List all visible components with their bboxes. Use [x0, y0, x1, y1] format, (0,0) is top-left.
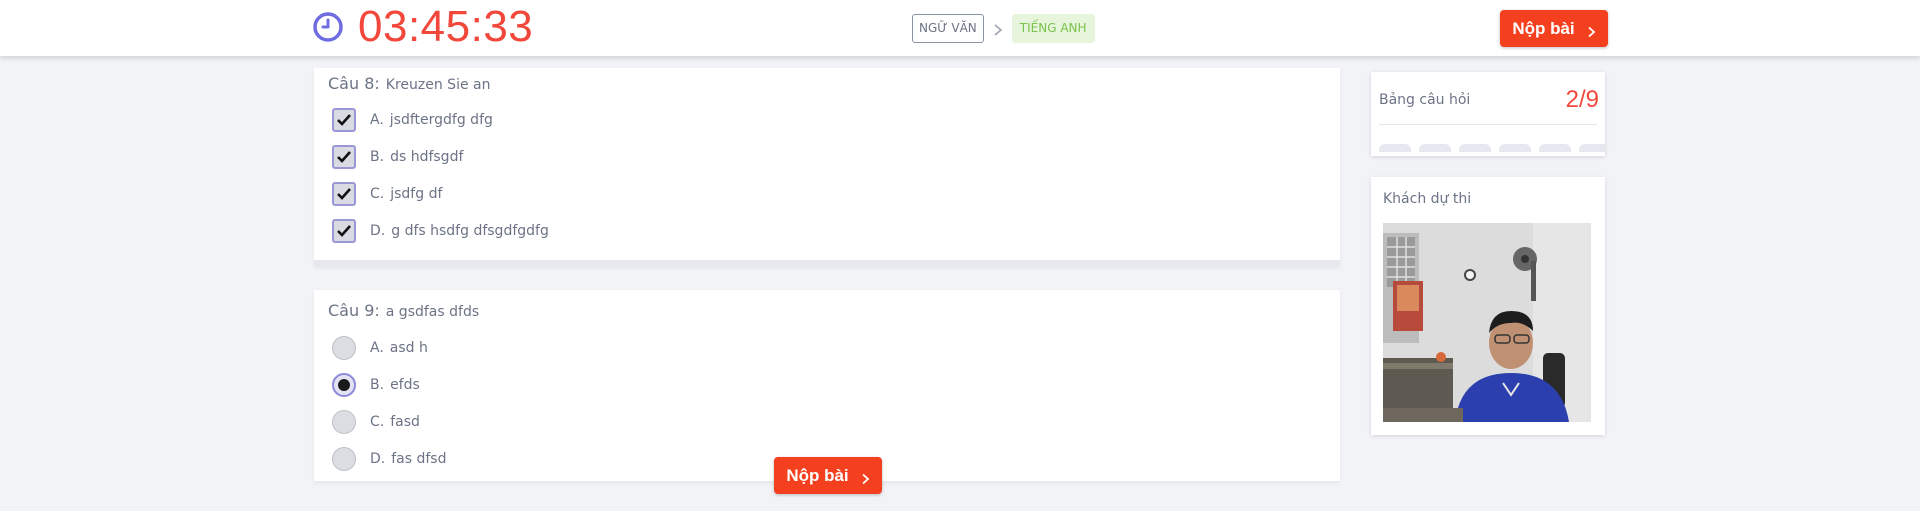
answer-checkbox[interactable]	[332, 219, 356, 243]
candidate-title: Khách dự thi	[1383, 191, 1472, 207]
option-text: jsdfg df	[390, 186, 443, 202]
subject-tab-tieng-anh[interactable]: TIẾNG ANH	[1011, 14, 1095, 43]
question-chip[interactable]	[1419, 144, 1451, 152]
question-chip[interactable]	[1499, 144, 1531, 152]
question-card: Câu 9: a gsdfas dfds A. asd h B. efds C. …	[314, 290, 1340, 481]
option-letter: C.	[370, 186, 385, 202]
chevron-right-icon	[1587, 23, 1596, 37]
answer-checkbox[interactable]	[332, 108, 356, 132]
answer-radio-selected[interactable]	[332, 373, 356, 397]
submit-button[interactable]: Nộp bài	[1500, 10, 1608, 47]
answer-option[interactable]: A. asd h	[332, 334, 428, 362]
webcam-feed	[1383, 223, 1591, 422]
option-text: g dfs hsdfg dfsgdfgdfg	[391, 223, 549, 239]
option-text: efds	[390, 377, 420, 393]
question-title: Câu 8: Kreuzen Sie an	[328, 74, 490, 93]
question-number: Câu 8:	[328, 74, 380, 93]
candidate-panel: Khách dự thi	[1371, 177, 1605, 435]
option-text: asd h	[389, 340, 428, 356]
question-board-panel: Bảng câu hỏi 2/9	[1371, 72, 1605, 156]
answer-option[interactable]: B. ds hdfsgdf	[332, 143, 463, 171]
answer-option[interactable]: D. g dfs hsdfg dfsgdfgdfg	[332, 217, 549, 245]
answer-option[interactable]: C. jsdfg df	[332, 180, 442, 208]
option-text: fas dfsd	[391, 451, 447, 467]
option-letter: B.	[370, 149, 385, 165]
question-chip[interactable]	[1459, 144, 1491, 152]
question-text: Kreuzen Sie an	[385, 77, 491, 93]
option-letter: D.	[370, 451, 386, 467]
option-text: ds hdfsgdf	[390, 149, 464, 165]
divider	[1379, 124, 1597, 125]
answer-option[interactable]: B. efds	[332, 371, 420, 399]
option-letter: A.	[370, 340, 384, 356]
question-text: a gsdfas dfds	[385, 304, 480, 320]
question-chip[interactable]	[1579, 144, 1605, 152]
question-board-title: Bảng câu hỏi	[1379, 92, 1471, 108]
question-card: Câu 8: Kreuzen Sie an A. jsdftergdfg dfg …	[314, 68, 1340, 266]
chevron-right-icon	[992, 22, 1004, 36]
question-chip[interactable]	[1539, 144, 1571, 152]
answer-checkbox[interactable]	[332, 182, 356, 206]
answer-radio[interactable]	[332, 336, 356, 360]
top-bar: 03:45:33 NGỮ VĂN TIẾNG ANH Nộp bài	[0, 0, 1920, 56]
answer-option[interactable]: C. fasd	[332, 408, 420, 436]
answer-radio[interactable]	[332, 410, 356, 434]
question-chip[interactable]	[1379, 144, 1411, 152]
answer-option[interactable]: D. fas dfsd	[332, 445, 446, 473]
check-icon	[337, 151, 351, 163]
answer-checkbox[interactable]	[332, 145, 356, 169]
clock-icon	[312, 11, 344, 43]
check-icon	[337, 225, 351, 237]
submit-button-label: Nộp bài	[786, 465, 849, 485]
answer-option[interactable]: A. jsdftergdfg dfg	[332, 106, 493, 134]
question-progress: 2/9	[1565, 86, 1599, 113]
option-letter: B.	[370, 377, 385, 393]
submit-button-label: Nộp bài	[1512, 18, 1575, 38]
check-icon	[337, 188, 351, 200]
chevron-right-icon	[861, 470, 870, 484]
countdown-timer: 03:45:33	[312, 2, 534, 51]
answer-radio[interactable]	[332, 447, 356, 471]
option-text: fasd	[390, 414, 420, 430]
bottom-submit-button[interactable]: Nộp bài	[774, 457, 882, 494]
question-number: Câu 9:	[328, 301, 380, 320]
option-letter: A.	[370, 112, 384, 128]
option-letter: C.	[370, 414, 385, 430]
timer-value: 03:45:33	[358, 2, 534, 51]
question-chip-list	[1379, 144, 1605, 152]
question-title: Câu 9: a gsdfas dfds	[328, 301, 479, 320]
subject-tab-ngu-van[interactable]: NGỮ VĂN	[912, 14, 984, 43]
option-text: jsdftergdfg dfg	[389, 112, 493, 128]
radio-dot-icon	[338, 379, 350, 391]
option-letter: D.	[370, 223, 386, 239]
subject-breadcrumb: NGỮ VĂN TIẾNG ANH	[912, 14, 1095, 43]
check-icon	[337, 114, 351, 126]
